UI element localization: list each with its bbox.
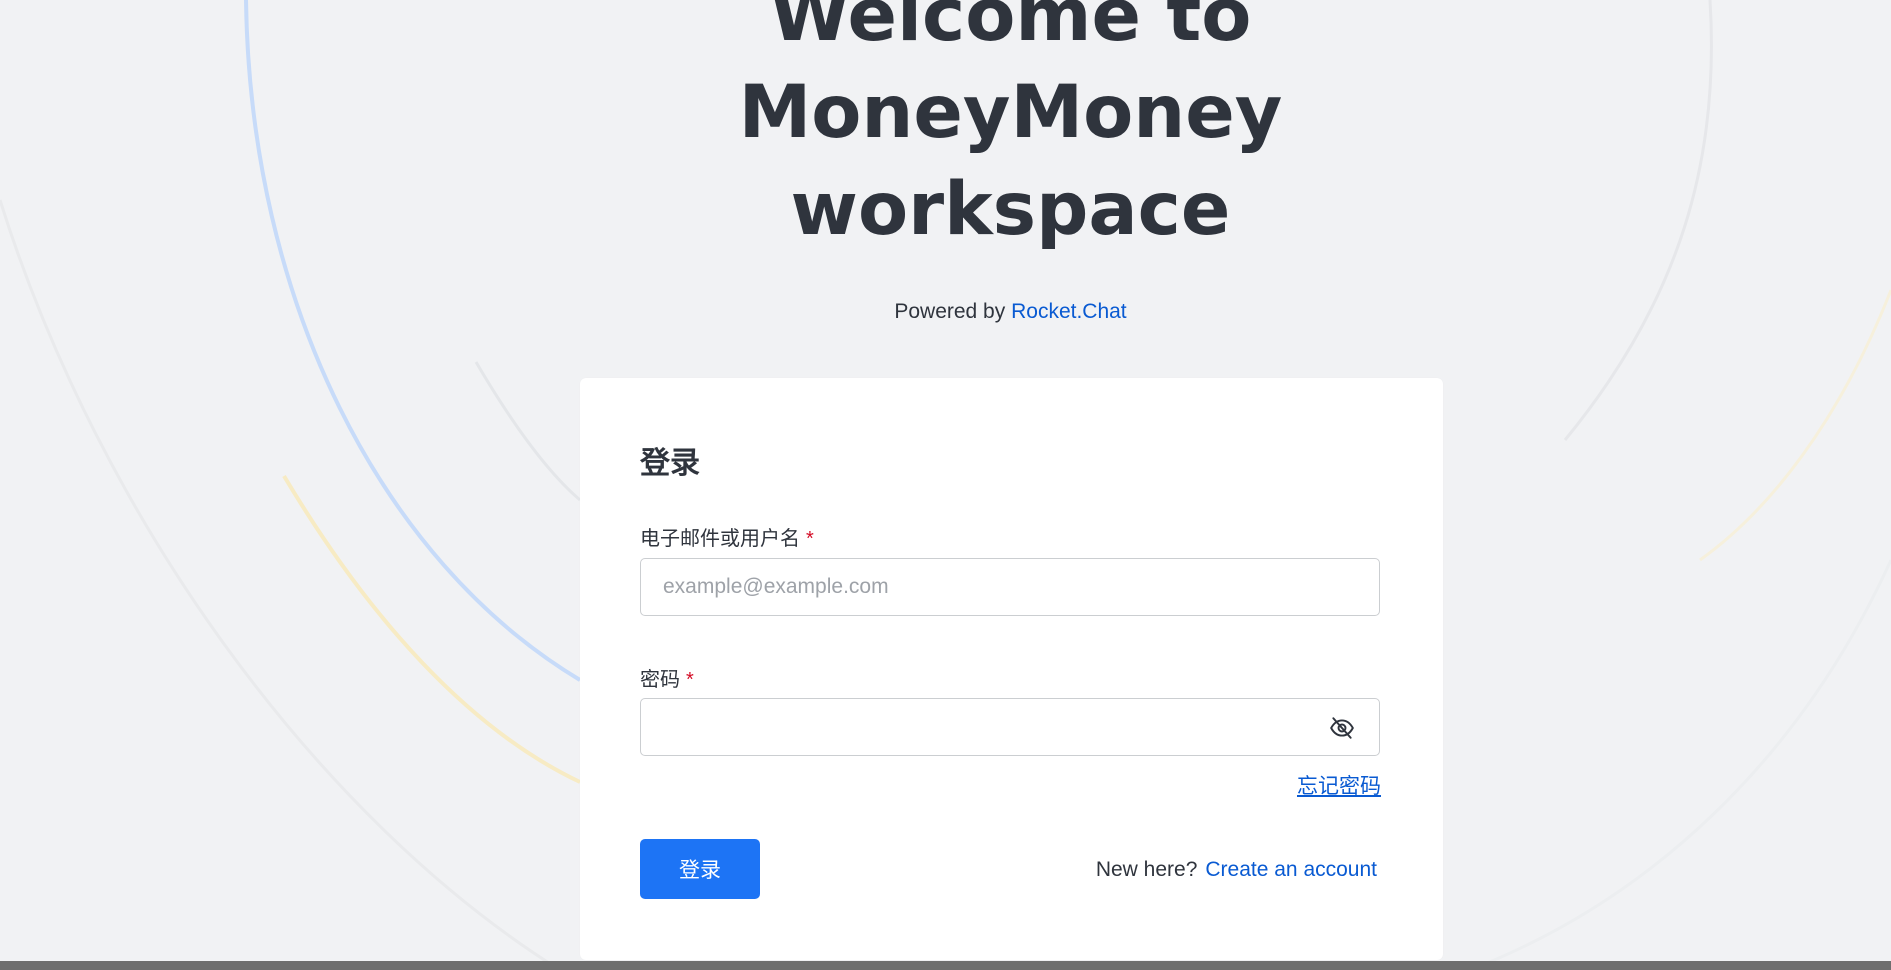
password-label: 密码 * <box>640 663 694 692</box>
welcome-line-1: Welcome to <box>769 0 1252 58</box>
email-required-mark: * <box>806 528 814 550</box>
powered-by: Powered by Rocket.Chat <box>65 300 1891 324</box>
welcome-line-2: MoneyMoney <box>738 70 1283 155</box>
decor-arc-yellow <box>282 474 581 784</box>
email-field[interactable] <box>641 559 1313 615</box>
signup-prompt: New here? Create an account <box>1096 858 1377 882</box>
decor-arc-right-faint <box>1469 559 1891 970</box>
email-field-box <box>640 558 1380 616</box>
create-account-link[interactable]: Create an account <box>1205 858 1377 881</box>
bottom-scroll-bar <box>0 961 1891 970</box>
forgot-password-link[interactable]: 忘记密码 <box>1297 770 1381 800</box>
decor-arc-grey-inner <box>474 361 581 502</box>
password-field-box <box>640 698 1380 756</box>
powered-by-prefix: Powered by <box>894 300 1006 323</box>
password-field[interactable] <box>641 699 1313 755</box>
welcome-heading: Welcome to MoneyMoney workspace <box>65 0 1891 258</box>
email-label: 电子邮件或用户名 * <box>640 522 814 551</box>
new-here-text: New here? <box>1095 858 1198 881</box>
login-card: 登录 电子邮件或用户名 * 密码 * 忘记密码 登录 New here? Create… <box>580 378 1443 960</box>
login-title: 登录 <box>640 447 700 480</box>
decor-arc-right-yellow <box>1699 289 1891 562</box>
email-label-text: 电子邮件或用户名 <box>640 528 800 550</box>
eye-off-icon[interactable] <box>1329 715 1355 741</box>
login-button[interactable]: 登录 <box>640 839 760 899</box>
password-label-text: 密码 <box>640 669 680 691</box>
welcome-line-3: workspace <box>790 167 1231 252</box>
rocketchat-link[interactable]: Rocket.Chat <box>1011 300 1127 323</box>
password-required-mark: * <box>686 669 694 691</box>
